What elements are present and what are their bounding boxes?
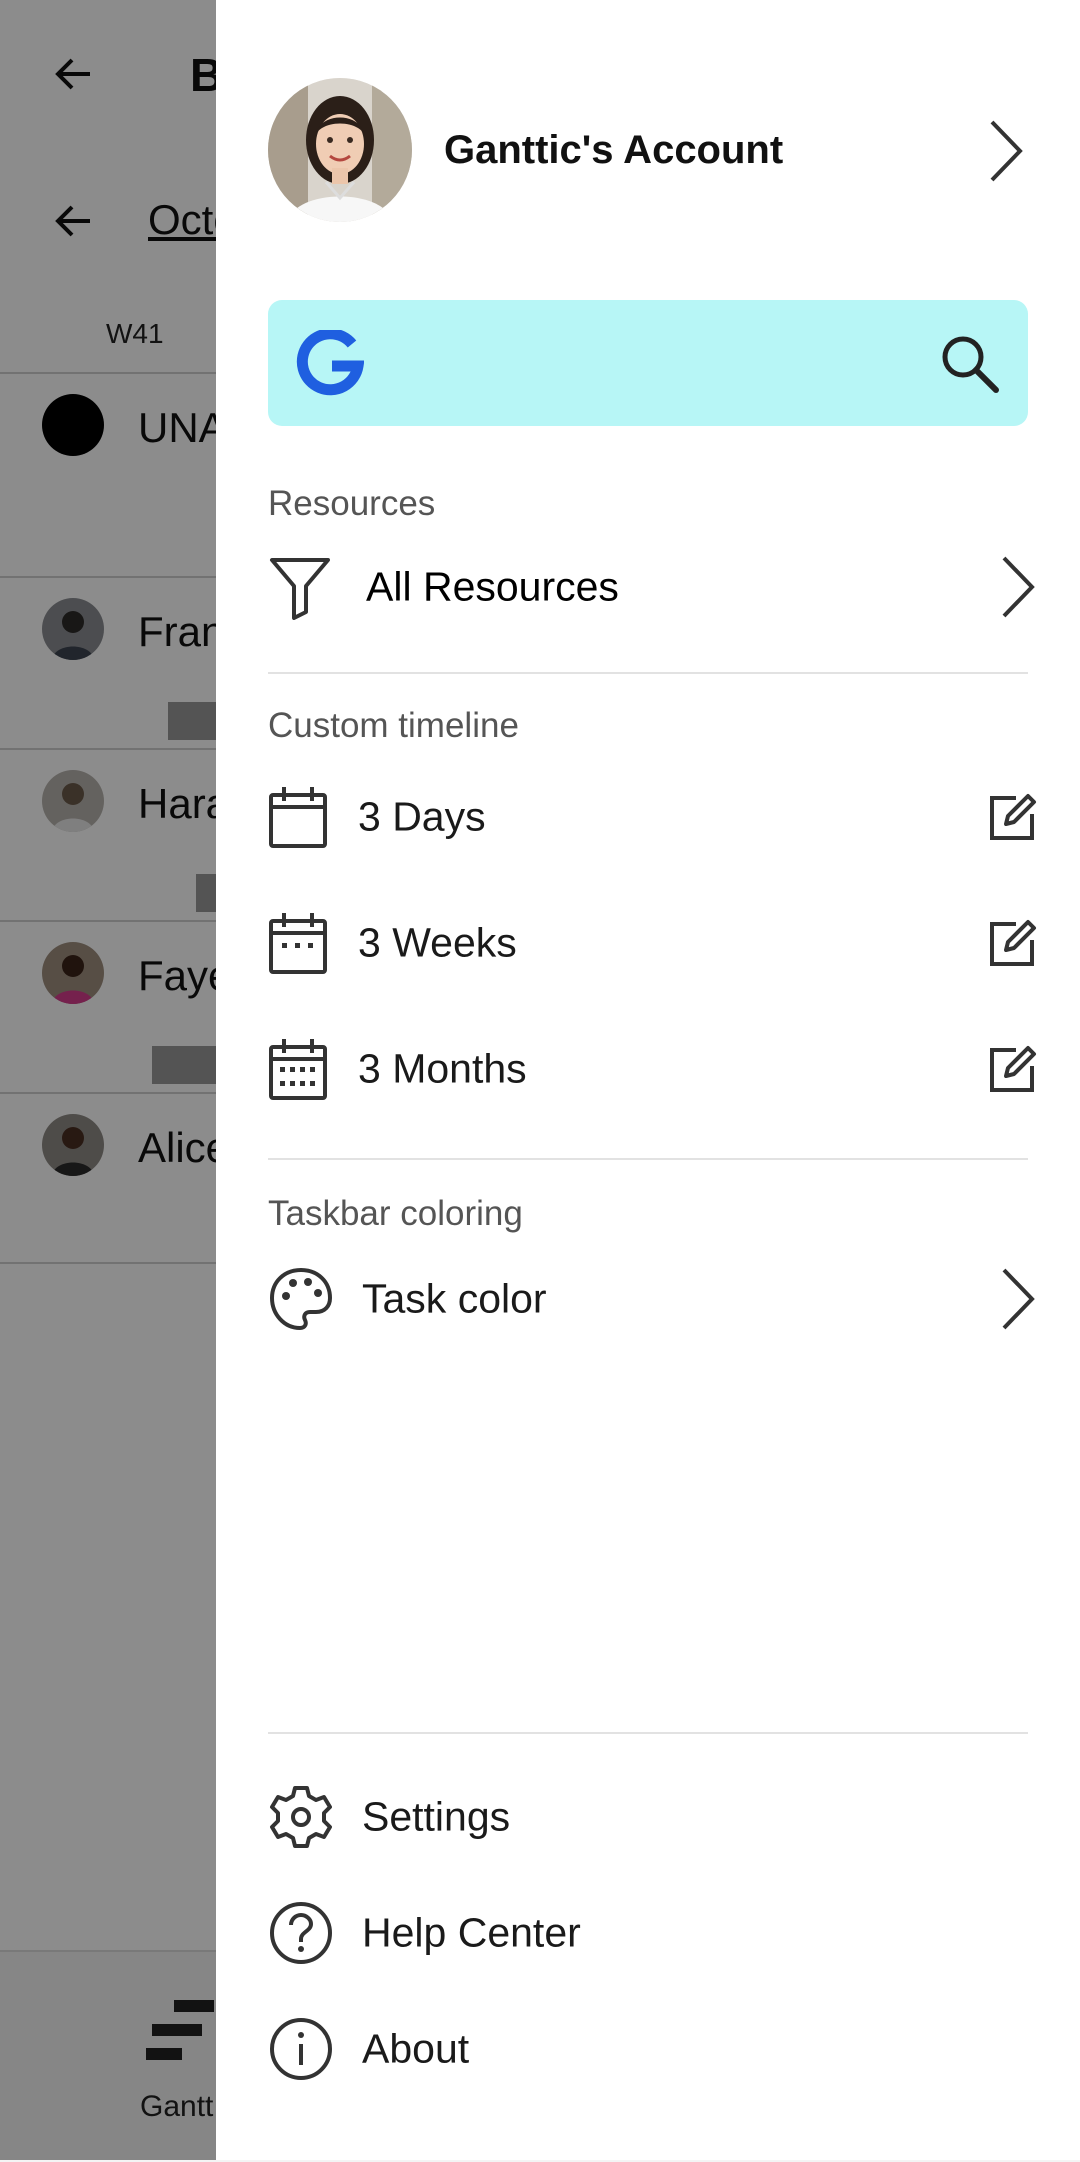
about-item[interactable]: About — [268, 2004, 1038, 2094]
info-icon — [270, 2018, 332, 2080]
help-center-item[interactable]: Help Center — [268, 1888, 1038, 1978]
search-icon[interactable] — [938, 332, 1000, 394]
settings-item[interactable]: Settings — [268, 1772, 1038, 1862]
calendar-week-icon — [269, 913, 327, 974]
timeline-3-days-item[interactable]: 3 Days — [268, 772, 1038, 862]
timeline-3-months-label: 3 Months — [358, 1045, 527, 1092]
navigation-drawer: Ganttic's Account Resources All Resource… — [216, 0, 1080, 2160]
all-resources-label: All Resources — [366, 563, 619, 610]
section-divider — [268, 1158, 1028, 1160]
help-icon — [270, 1902, 332, 1964]
task-color-label: Task color — [362, 1275, 547, 1322]
chevron-right-icon — [1002, 556, 1035, 618]
resources-section-label: Resources — [268, 484, 436, 523]
timeline-3-weeks-item[interactable]: 3 Weeks — [268, 898, 1038, 988]
gear-icon — [270, 1786, 332, 1848]
help-center-label: Help Center — [362, 1909, 581, 1956]
search-box[interactable] — [268, 300, 1028, 426]
timeline-3-weeks-label: 3 Weeks — [358, 919, 517, 966]
chevron-right-icon — [990, 120, 1023, 182]
footer-divider — [268, 1732, 1028, 1734]
edit-icon[interactable] — [988, 918, 1038, 968]
edit-icon[interactable] — [988, 792, 1038, 842]
section-divider — [268, 672, 1028, 674]
edit-icon[interactable] — [988, 1044, 1038, 1094]
timeline-3-months-item[interactable]: 3 Months — [268, 1024, 1038, 1114]
search-input[interactable] — [388, 324, 872, 404]
chevron-right-icon — [1002, 1268, 1035, 1330]
palette-icon — [270, 1268, 332, 1330]
about-label: About — [362, 2025, 470, 2072]
all-resources-item[interactable]: All Resources — [268, 542, 1038, 632]
calendar-icon — [269, 787, 327, 848]
filter-icon — [270, 558, 330, 620]
google-g-icon — [296, 330, 364, 396]
account-row[interactable]: Ganttic's Account — [268, 78, 1038, 224]
taskbar-coloring-section-label: Taskbar coloring — [268, 1194, 523, 1233]
calendar-month-icon — [269, 1039, 327, 1100]
settings-label: Settings — [362, 1793, 511, 1840]
task-color-item[interactable]: Task color — [268, 1254, 1038, 1344]
timeline-3-days-label: 3 Days — [358, 793, 486, 840]
custom-timeline-section-label: Custom timeline — [268, 706, 519, 745]
account-avatar — [268, 78, 412, 222]
account-name: Ganttic's Account — [444, 128, 784, 172]
